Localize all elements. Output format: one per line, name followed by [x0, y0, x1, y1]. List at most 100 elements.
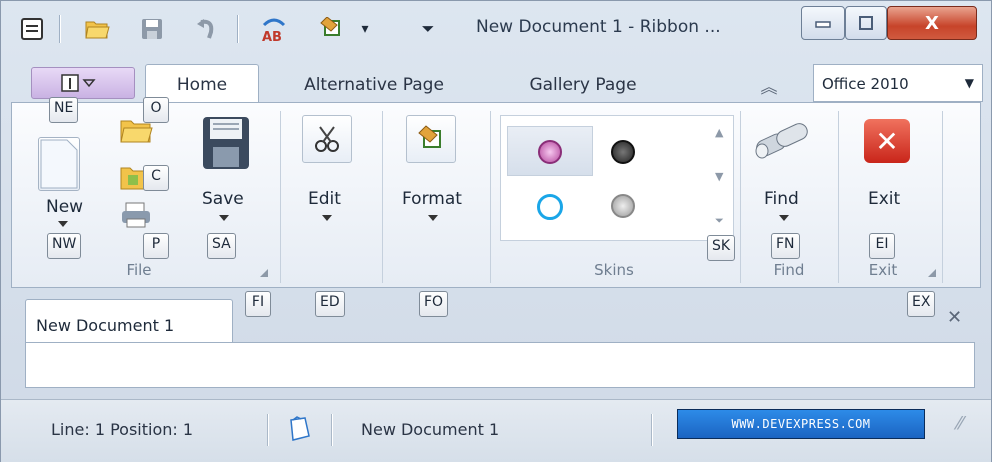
group-label-skins: Skins	[594, 261, 634, 279]
status-separator	[267, 414, 268, 446]
gallery-scrollbar[interactable]: ▲ ▼ ⏷	[711, 126, 729, 230]
document-editor[interactable]	[25, 342, 975, 388]
customize-qat-icon[interactable]: ⏷	[419, 14, 437, 44]
maximize-button[interactable]	[845, 6, 887, 40]
chevron-down-icon	[219, 215, 229, 221]
document-tab[interactable]: New Document 1	[25, 299, 233, 343]
new-button[interactable]: New	[46, 197, 83, 217]
status-separator	[331, 414, 332, 446]
binoculars-icon[interactable]	[752, 119, 814, 163]
open-folder-icon[interactable]	[83, 14, 113, 44]
chevron-down-icon	[779, 215, 789, 221]
keytip-edit: ED	[315, 291, 345, 317]
keytip-exit-group: EX	[907, 291, 936, 317]
keytip-save: SA	[207, 233, 236, 259]
scroll-up-icon[interactable]: ▲	[715, 126, 723, 139]
ribbon-panel: New Save File Edit Format ▲ ▼ ⏷ Skins Fi…	[11, 102, 981, 288]
undo-icon[interactable]	[191, 14, 221, 44]
tab-alternative-page-label: Alternative Page	[304, 75, 444, 95]
close-document-icon[interactable]: ✕	[947, 307, 962, 328]
scissors-icon[interactable]	[302, 115, 352, 163]
group-separator	[490, 111, 491, 283]
dialog-launcher-icon[interactable]	[928, 269, 936, 277]
print-icon[interactable]	[120, 201, 152, 233]
chevron-down-icon	[322, 215, 332, 221]
chevron-up-icon: ︽	[760, 77, 778, 98]
skin-select[interactable]: Office 2010 ▼	[813, 64, 983, 102]
keytip-close: C	[143, 165, 169, 191]
skin-gray-icon[interactable]	[611, 194, 635, 218]
spellcheck-icon[interactable]: AB	[259, 14, 289, 44]
document-icon[interactable]	[17, 14, 47, 44]
exit-icon[interactable]: ✕	[864, 119, 910, 163]
document-tab-label: New Document 1	[36, 316, 175, 335]
devexpress-link[interactable]: WWW.DEVEXPRESS.COM	[677, 409, 925, 439]
minimize-icon	[815, 21, 831, 28]
paint-bucket-icon[interactable]	[317, 14, 347, 44]
group-separator	[382, 111, 383, 283]
group-label-exit: Exit	[868, 261, 898, 279]
keytip-exit: EI	[869, 233, 895, 259]
tab-gallery-page-label: Gallery Page	[529, 75, 637, 95]
keytip-new: NW	[47, 233, 82, 259]
maximize-icon	[859, 16, 873, 30]
status-line-position: Line: 1 Position: 1	[51, 420, 194, 439]
skin-item-selected[interactable]	[507, 126, 593, 176]
group-separator	[740, 111, 741, 283]
find-button[interactable]: Find	[764, 189, 799, 209]
window-title: New Document 1 - Ribbon ...	[476, 17, 721, 37]
group-separator	[838, 111, 839, 283]
save-button[interactable]: Save	[202, 189, 244, 209]
paint-bucket-icon[interactable]	[406, 115, 456, 163]
tab-alternative-page[interactable]: Alternative Page	[287, 67, 461, 103]
exit-button[interactable]: Exit	[868, 189, 900, 209]
minimize-button[interactable]	[801, 6, 845, 40]
edit-button[interactable]: Edit	[308, 189, 341, 209]
keytip-skins: SK	[707, 235, 736, 261]
tab-gallery-page[interactable]: Gallery Page	[513, 67, 653, 103]
close-button[interactable]: X	[887, 6, 977, 40]
paint-dropdown-icon[interactable]: ▾	[357, 14, 373, 44]
application-menu-button[interactable]	[31, 67, 135, 99]
save-disk-icon[interactable]	[137, 14, 167, 44]
status-separator	[651, 414, 652, 446]
status-document-name: New Document 1	[361, 420, 500, 439]
resize-grip-icon[interactable]: ⁄⁄	[957, 413, 963, 434]
chevron-down-icon: ▾	[361, 21, 369, 37]
dialog-launcher-icon[interactable]	[260, 269, 268, 277]
document-status-icon	[287, 416, 311, 446]
keytip-open: O	[143, 97, 169, 123]
group-separator	[280, 111, 281, 283]
group-label-find: Find	[773, 261, 805, 279]
skin-blue-icon[interactable]	[537, 194, 563, 220]
minimize-ribbon-button[interactable]: ︽	[749, 67, 789, 103]
tab-home-label: Home	[176, 75, 228, 95]
format-button[interactable]: Format	[402, 189, 462, 209]
close-icon: X	[925, 12, 939, 34]
save-disk-icon[interactable]	[200, 113, 252, 173]
group-separator	[942, 111, 943, 283]
application-window: AB ▾ ⏷ New Document 1 - Ribbon ... X Hom…	[0, 0, 992, 462]
chevron-down-icon	[428, 215, 438, 221]
scroll-down-icon[interactable]: ▼	[715, 170, 723, 183]
qat-separator	[237, 15, 238, 43]
keytip-file-group: FI	[245, 291, 271, 317]
new-document-icon[interactable]	[38, 137, 80, 191]
skin-dark-icon[interactable]	[611, 140, 635, 164]
chevron-down-icon	[58, 221, 68, 227]
skins-gallery: ▲ ▼ ⏷	[500, 115, 734, 241]
spellcheck-text: AB	[262, 30, 282, 43]
keytip-format: FO	[419, 291, 449, 317]
chevron-down-icon: ⏷	[421, 19, 435, 38]
skin-select-value: Office 2010	[822, 75, 909, 93]
keytip-app-menu: NE	[49, 97, 79, 123]
chevron-down-icon: ▼	[964, 76, 974, 90]
skin-purple-icon	[538, 140, 562, 164]
keytip-find: FN	[771, 233, 800, 259]
app-menu-icon	[61, 74, 96, 92]
keytip-print: P	[143, 233, 169, 259]
group-label-file: File	[126, 261, 152, 279]
gallery-expand-icon[interactable]: ⏷	[715, 214, 724, 228]
title-bar: AB ▾ ⏷ New Document 1 - Ribbon ... X	[1, 1, 991, 57]
qat-separator	[59, 15, 60, 43]
